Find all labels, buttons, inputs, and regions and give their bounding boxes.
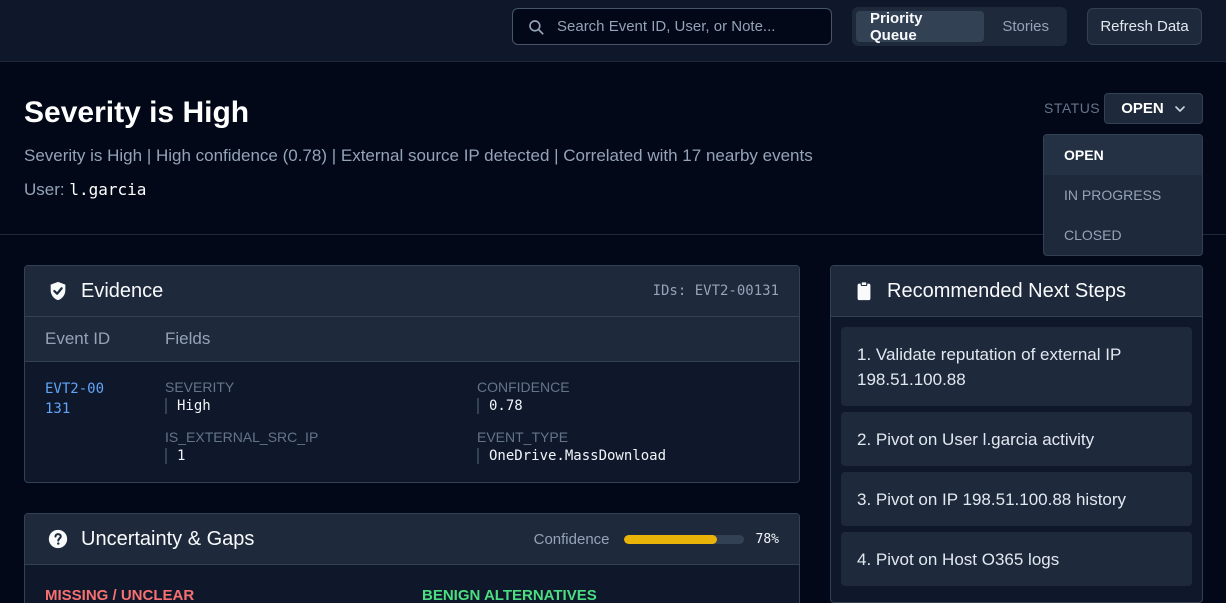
uncertainty-header: Uncertainty & Gaps Confidence 78% bbox=[25, 514, 799, 565]
next-step-item[interactable]: 3. Pivot on IP 198.51.100.88 history bbox=[841, 472, 1192, 526]
next-step-item[interactable]: 2. Pivot on User l.garcia activity bbox=[841, 412, 1192, 466]
search-icon bbox=[529, 19, 544, 35]
next-step-item[interactable]: 1. Validate reputation of external IP 19… bbox=[841, 327, 1192, 406]
status-option-open[interactable]: OPEN bbox=[1044, 135, 1202, 175]
chevron-down-icon bbox=[1174, 105, 1185, 112]
evidence-table-header: Event ID Fields bbox=[25, 317, 799, 362]
field-event-type: EVENT_TYPE OneDrive.MassDownload bbox=[477, 429, 666, 464]
search-input[interactable] bbox=[557, 18, 797, 35]
confidence-meter: Confidence 78% bbox=[534, 531, 779, 548]
incident-summary: Severity is High | High confidence (0.78… bbox=[24, 146, 813, 165]
next-steps-title: Recommended Next Steps bbox=[887, 279, 1127, 302]
field-value: 1 bbox=[165, 448, 318, 464]
next-steps-card: Recommended Next Steps 1. Validate reput… bbox=[830, 265, 1203, 603]
confidence-label: Confidence bbox=[533, 530, 610, 548]
confidence-percent: 78% bbox=[755, 531, 779, 547]
column-fields: Fields bbox=[165, 329, 211, 348]
field-key: CONFIDENCE bbox=[477, 379, 570, 395]
page-title: Severity is High bbox=[24, 96, 250, 129]
user-value: l.garcia bbox=[69, 180, 147, 199]
benign-alternatives-heading: BENIGN ALTERNATIVES bbox=[422, 587, 597, 603]
next-steps-header: Recommended Next Steps bbox=[831, 266, 1202, 317]
field-value: 0.78 bbox=[477, 398, 570, 414]
status-value: OPEN bbox=[1121, 100, 1164, 117]
tab-priority-queue[interactable]: Priority Queue bbox=[856, 10, 985, 44]
field-confidence: CONFIDENCE 0.78 bbox=[477, 379, 570, 414]
user-label: User: bbox=[24, 180, 65, 199]
search-box[interactable] bbox=[512, 8, 832, 45]
status-label: STATUS bbox=[1044, 100, 1101, 116]
field-key: EVENT_TYPE bbox=[477, 429, 569, 445]
next-step-item[interactable]: 4. Pivot on Host O365 logs bbox=[841, 532, 1192, 586]
tab-stories[interactable]: Stories bbox=[988, 11, 1063, 42]
column-event-id: Event ID bbox=[45, 329, 111, 348]
missing-unclear-heading: MISSING / UNCLEAR bbox=[45, 587, 195, 603]
uncertainty-title: Uncertainty & Gaps bbox=[81, 527, 255, 550]
event-id-link[interactable]: EVT2-00131 bbox=[45, 379, 105, 419]
field-severity: SEVERITY High bbox=[165, 379, 234, 414]
confidence-bar-fill bbox=[623, 534, 718, 544]
field-value: High bbox=[165, 398, 234, 414]
top-bar: Priority Queue Stories Refresh Data bbox=[0, 0, 1226, 62]
next-step-text: 3. Pivot on IP 198.51.100.88 history bbox=[857, 489, 1127, 509]
question-circle-icon bbox=[48, 529, 68, 549]
next-step-text: 1. Validate reputation of external IP 19… bbox=[857, 344, 1121, 389]
status-dropdown-button[interactable]: OPEN bbox=[1104, 93, 1203, 124]
evidence-title: Evidence bbox=[81, 279, 164, 302]
field-key: SEVERITY bbox=[165, 379, 235, 395]
field-value: OneDrive.MassDownload bbox=[477, 448, 666, 464]
clipboard-icon bbox=[857, 281, 871, 301]
status-dropdown-menu: OPEN IN PROGRESS CLOSED bbox=[1043, 134, 1203, 256]
evidence-ids: IDs: EVT2-00131 bbox=[652, 283, 779, 299]
next-step-text: 4. Pivot on Host O365 logs bbox=[857, 549, 1060, 569]
evidence-header: Evidence IDs: EVT2-00131 bbox=[25, 266, 799, 317]
status-option-closed[interactable]: CLOSED bbox=[1044, 215, 1202, 255]
refresh-data-button[interactable]: Refresh Data bbox=[1087, 8, 1202, 45]
next-step-text: 2. Pivot on User l.garcia activity bbox=[857, 429, 1095, 449]
shield-check-icon bbox=[50, 281, 66, 301]
evidence-card: Evidence IDs: EVT2-00131 Event ID Fields… bbox=[24, 265, 800, 483]
confidence-bar bbox=[623, 534, 744, 544]
uncertainty-card: Uncertainty & Gaps Confidence 78% MISSIN… bbox=[24, 513, 800, 603]
view-tabs: Priority Queue Stories bbox=[852, 7, 1067, 46]
user-line: User: l.garcia bbox=[24, 180, 146, 200]
field-is-external-src-ip: IS_EXTERNAL_SRC_IP 1 bbox=[165, 429, 318, 464]
field-key: IS_EXTERNAL_SRC_IP bbox=[165, 429, 319, 445]
status-option-in-progress[interactable]: IN PROGRESS bbox=[1044, 175, 1202, 215]
